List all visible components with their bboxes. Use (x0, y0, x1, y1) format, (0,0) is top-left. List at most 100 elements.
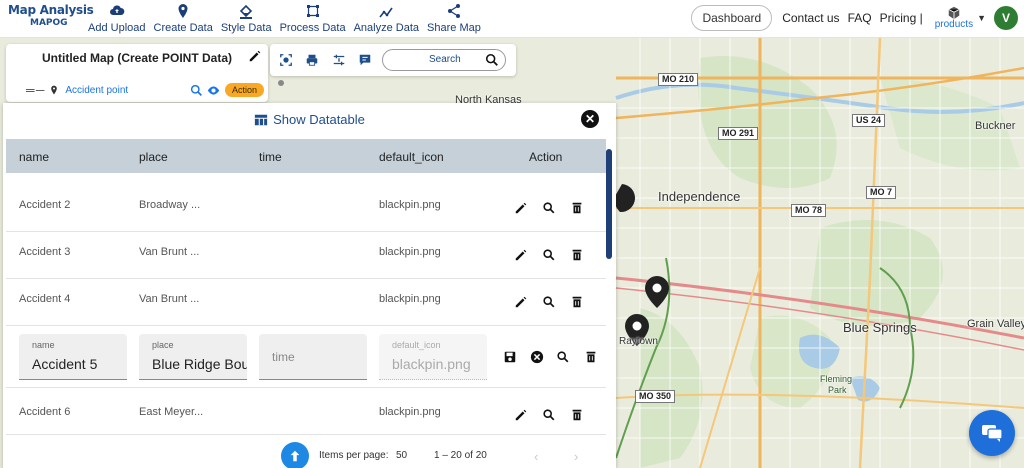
column-header-place[interactable]: place (139, 150, 168, 164)
datatable-title: Show Datatable (254, 112, 365, 127)
nav-label: Analyze Data (353, 22, 420, 34)
scrollbar[interactable] (606, 143, 612, 463)
scroll-top-button[interactable] (281, 442, 309, 468)
pencil-icon[interactable] (514, 295, 528, 309)
route-shield: MO 291 (718, 127, 759, 140)
process-icon (306, 5, 319, 17)
nav-label: Create Data (153, 22, 213, 34)
locate-icon[interactable] (279, 53, 293, 67)
search-label: Search (429, 54, 461, 65)
nav-add-upload[interactable]: Add Upload (84, 2, 150, 36)
name-field[interactable]: name Accident 5 (19, 334, 127, 380)
items-per-page-label: Items per page: (319, 450, 389, 461)
nav-style-data[interactable]: Style Data (217, 2, 276, 36)
search-input[interactable]: Search (382, 49, 506, 71)
column-header-time[interactable]: time (259, 150, 282, 164)
arrow-up-icon (290, 450, 300, 462)
zoom-icon[interactable] (542, 201, 556, 215)
next-page-icon[interactable]: › (574, 449, 578, 464)
prev-page-icon[interactable]: ‹ (534, 449, 538, 464)
field-label: name (32, 340, 55, 350)
cancel-icon[interactable] (530, 350, 544, 364)
datatable-title-text: Show Datatable (273, 112, 365, 127)
map-title[interactable]: Untitled Map (Create POINT Data) (42, 51, 232, 65)
table-row: Accident 3 Van Brunt ... blackpin.png (6, 232, 606, 279)
cell-place: Van Brunt ... (139, 246, 200, 258)
products-menu[interactable]: products (935, 6, 973, 30)
nav-create-data[interactable]: Create Data (150, 2, 217, 36)
cell-default-icon: blackpin.png (379, 246, 441, 258)
nav-share-map[interactable]: Share Map (423, 2, 485, 36)
table-row-editing: name Accident 5 place Blue Ridge Bou tim… (6, 326, 606, 388)
contact-link[interactable]: Contact us (782, 11, 839, 25)
route-shield: MO 350 (635, 390, 676, 403)
trash-icon[interactable] (570, 248, 584, 262)
field-label: default_icon (392, 340, 441, 350)
drag-handle-icon[interactable]: ═ ─ (26, 83, 44, 97)
cell-default-icon: blackpin.png (379, 293, 441, 305)
chevron-down-icon[interactable]: ▼ (977, 13, 986, 23)
action-button[interactable]: Action (225, 83, 265, 97)
column-header-name[interactable]: name (19, 150, 49, 164)
time-field[interactable]: time (259, 334, 367, 380)
search-icon[interactable] (485, 53, 499, 67)
chat-button[interactable] (969, 410, 1015, 456)
map-label-fleming: Fleming (820, 374, 853, 384)
trash-icon[interactable] (570, 295, 584, 309)
analyze-icon (379, 7, 393, 18)
pencil-icon[interactable] (514, 201, 528, 215)
zoom-icon[interactable] (190, 84, 203, 97)
page-range: 1 – 20 of 20 (434, 450, 487, 461)
table-header-row: name place time default_icon Action (6, 139, 606, 173)
logo[interactable]: Map Analysis MAPOG (8, 3, 94, 28)
map-label-park: Park (828, 385, 847, 395)
map-label-independence: Independence (658, 189, 741, 204)
pencil-icon[interactable] (514, 248, 528, 262)
print-icon[interactable] (305, 53, 319, 67)
pencil-icon[interactable] (514, 408, 528, 422)
nav-label: Style Data (220, 22, 272, 34)
map-label-buckner: Buckner (975, 120, 1016, 132)
avatar[interactable]: V (994, 6, 1018, 30)
paint-bucket-icon (240, 4, 253, 19)
layer-name[interactable]: Accident point (65, 85, 128, 96)
pencil-icon[interactable] (248, 49, 262, 63)
scrollbar-thumb[interactable] (606, 149, 612, 259)
place-field[interactable]: place Blue Ridge Bou (139, 334, 247, 380)
faq-link[interactable]: FAQ (848, 11, 872, 25)
items-per-page-select[interactable]: 50 (396, 450, 407, 461)
nav-analyze-data[interactable]: Analyze Data (350, 2, 423, 36)
paginator: Items per page: 50 1 – 20 of 20 ‹ › (3, 442, 616, 468)
trash-icon[interactable] (584, 350, 598, 364)
map-pin-icon (178, 4, 188, 18)
field-value: Accident 5 (32, 356, 98, 372)
zoom-icon[interactable] (542, 248, 556, 262)
layer-tools (190, 84, 221, 97)
dashboard-button[interactable]: Dashboard (691, 5, 773, 31)
status-dot (278, 80, 284, 86)
zoom-icon[interactable] (542, 295, 556, 309)
trash-icon[interactable] (570, 201, 584, 215)
pricing-link[interactable]: Pricing | (880, 11, 923, 25)
zoom-icon[interactable] (542, 408, 556, 422)
comment-icon[interactable] (358, 53, 372, 67)
table-row: Accident 2 Broadway ... blackpin.png (6, 185, 606, 232)
cell-name: Accident 2 (19, 199, 71, 211)
field-value: Blue Ridge Bou (152, 356, 247, 372)
cell-name: Accident 3 (19, 246, 71, 258)
route-shield: MO 78 (791, 204, 827, 217)
nav-process-data[interactable]: Process Data (276, 2, 350, 36)
logo-subtitle: MAPOG (30, 18, 68, 28)
route-shield: MO 210 (658, 73, 699, 86)
cell-name: Accident 6 (19, 406, 71, 418)
cell-place: East Meyer... (139, 406, 204, 418)
map-toolbar: Search (270, 44, 516, 76)
column-header-default-icon[interactable]: default_icon (379, 150, 444, 164)
save-icon[interactable] (503, 350, 517, 364)
trash-icon[interactable] (570, 408, 584, 422)
measure-icon[interactable] (332, 53, 346, 67)
close-icon[interactable]: ✕ (581, 110, 599, 128)
zoom-icon[interactable] (556, 350, 570, 364)
table-body: Accident 2 Broadway ... blackpin.png Acc… (6, 173, 606, 468)
eye-icon[interactable] (206, 84, 221, 97)
